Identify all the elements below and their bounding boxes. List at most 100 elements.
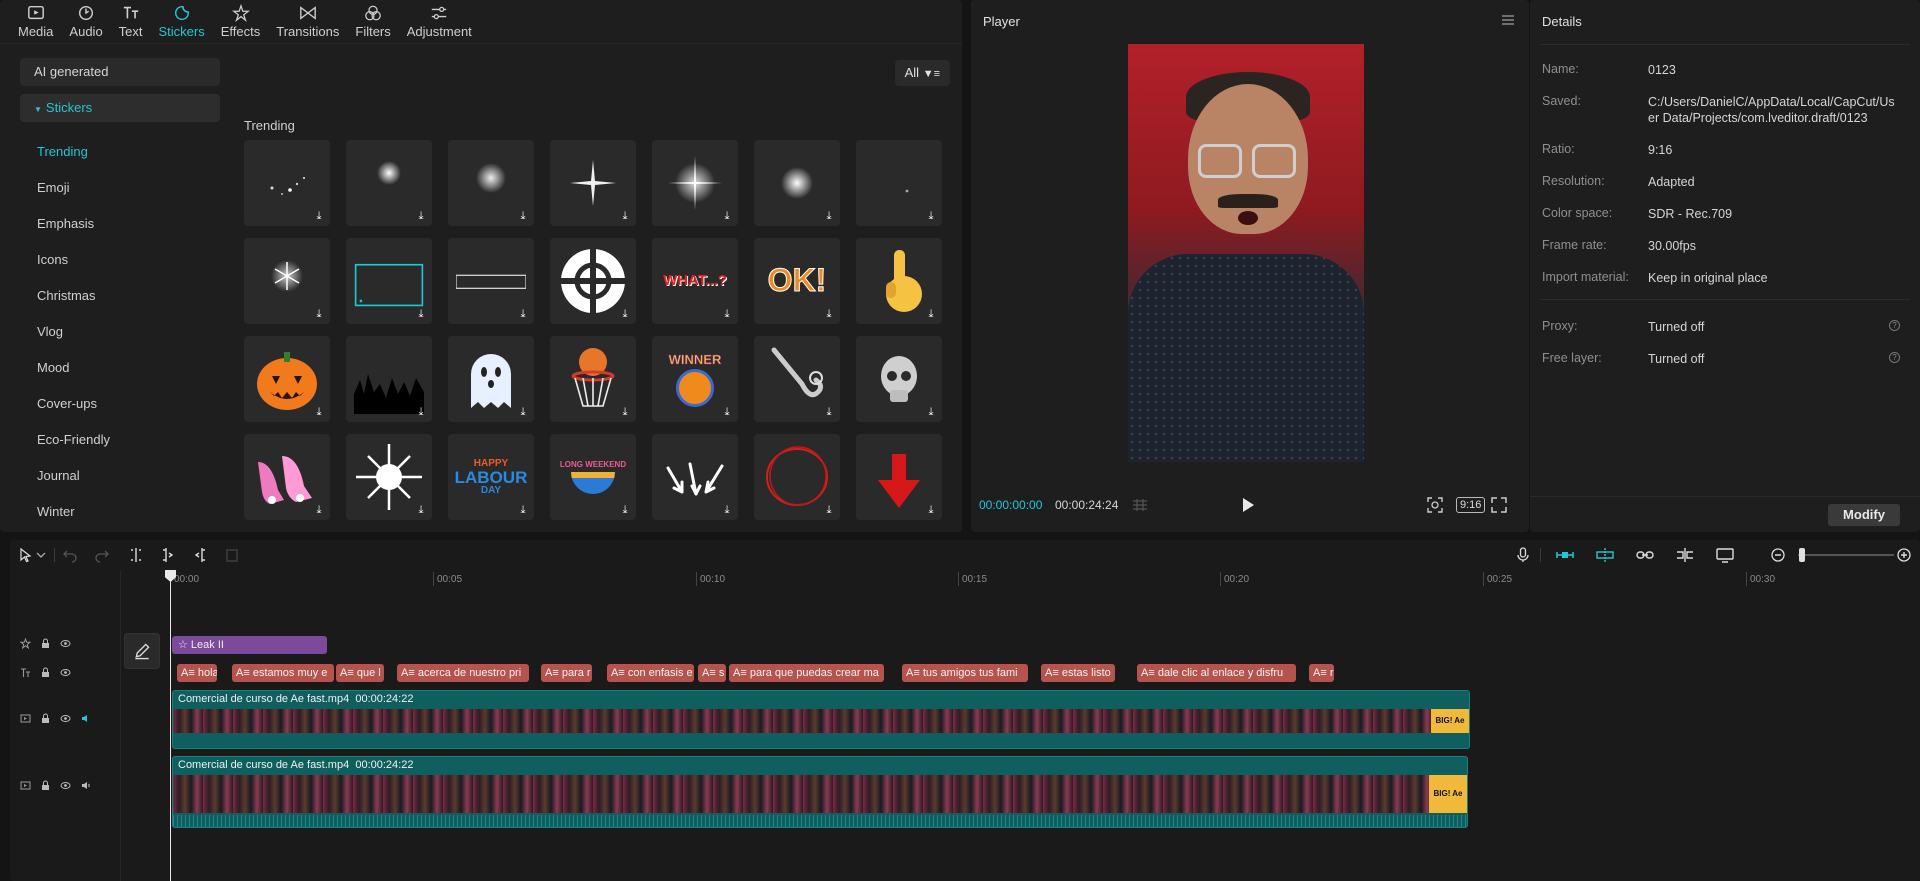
- playhead-line[interactable]: [170, 572, 171, 881]
- video-clip-overlay[interactable]: Comercial de curso de Ae fast.mp4 00:00:…: [172, 690, 1470, 749]
- text-clip[interactable]: A≡ r: [1309, 664, 1334, 682]
- zoom-out-icon[interactable]: [1770, 547, 1786, 563]
- lock-icon[interactable]: [40, 638, 51, 649]
- zoom-slider-handle[interactable]: [1799, 548, 1805, 562]
- download-icon[interactable]: ⤓: [313, 308, 325, 320]
- text-clip[interactable]: A≡ tus amigos tus fami: [902, 664, 1028, 682]
- download-icon[interactable]: ⤓: [313, 406, 325, 418]
- download-icon[interactable]: ⤓: [415, 210, 427, 222]
- download-icon[interactable]: ⤓: [415, 308, 427, 320]
- preview-axis-icon[interactable]: [1675, 547, 1695, 563]
- download-icon[interactable]: ⤓: [823, 308, 835, 320]
- sticker-ok-text[interactable]: OK! ⤓: [754, 238, 840, 324]
- eye-icon[interactable]: [60, 713, 71, 724]
- text-clip[interactable]: A≡ para que puedas crear ma: [729, 664, 884, 682]
- download-icon[interactable]: ⤓: [721, 308, 733, 320]
- eye-icon[interactable]: [60, 780, 71, 791]
- tab-audio[interactable]: Audio: [65, 0, 106, 43]
- tab-filters[interactable]: Filters: [351, 0, 394, 43]
- download-icon[interactable]: ⤓: [619, 406, 631, 418]
- video-clip-main[interactable]: Comercial de curso de Ae fast.mp4 00:00:…: [172, 756, 1468, 828]
- preview-monitor-icon[interactable]: [1715, 547, 1735, 563]
- sticker-white-arrows[interactable]: ⤓: [652, 434, 738, 520]
- download-icon[interactable]: ⤓: [925, 210, 937, 222]
- sticker-skull[interactable]: ⤓: [856, 336, 942, 422]
- free-layer-info-icon[interactable]: ?: [1889, 352, 1900, 363]
- sticker-cyan-frame[interactable]: ⤓: [346, 238, 432, 324]
- chevron-down-icon[interactable]: [36, 547, 46, 563]
- download-icon[interactable]: ⤓: [721, 504, 733, 516]
- download-icon[interactable]: ⤓: [517, 406, 529, 418]
- lock-icon[interactable]: [40, 713, 51, 724]
- modify-button[interactable]: Modify: [1828, 504, 1900, 526]
- speaker-icon[interactable]: [80, 780, 91, 791]
- sticker-pointing-hand[interactable]: ⤓: [856, 238, 942, 324]
- category-item-winter[interactable]: Winter: [10, 494, 230, 530]
- category-item-vlog[interactable]: Vlog: [10, 314, 230, 350]
- sticker-sparkle-dust[interactable]: ⤓: [244, 140, 330, 226]
- download-icon[interactable]: ⤓: [415, 504, 427, 516]
- text-clip[interactable]: A≡ con enfasis e: [607, 664, 694, 682]
- category-item-journal[interactable]: Journal: [10, 458, 230, 494]
- sticker-globe-target[interactable]: ⤓: [550, 238, 636, 324]
- download-icon[interactable]: ⤓: [925, 504, 937, 516]
- menu-icon[interactable]: [1501, 14, 1515, 26]
- play-icon[interactable]: [1240, 496, 1256, 514]
- download-icon[interactable]: ⤓: [619, 308, 631, 320]
- trim-right-icon[interactable]: [192, 547, 208, 563]
- sticker-long-weekend[interactable]: LONG WEEKEND ⤓: [550, 434, 636, 520]
- sticker-labour-day[interactable]: HAPPY LABOUR DAY ⤓: [448, 434, 534, 520]
- sticker-big-flare[interactable]: ⤓: [652, 140, 738, 226]
- text-clip[interactable]: A≡ estas listo: [1041, 664, 1115, 682]
- download-icon[interactable]: ⤓: [925, 308, 937, 320]
- tab-text[interactable]: Text: [115, 0, 147, 43]
- zoom-slider-track[interactable]: [1798, 554, 1894, 556]
- sticker-pumpkin[interactable]: ⤓: [244, 336, 330, 422]
- category-item-icons[interactable]: Icons: [10, 242, 230, 278]
- audio-mute-icon[interactable]: [80, 713, 91, 724]
- tab-stickers[interactable]: Stickers: [155, 0, 209, 43]
- lock-icon[interactable]: [40, 780, 51, 791]
- text-clip[interactable]: A≡ acerca de nuestro pri: [397, 664, 529, 682]
- sticker-ghost[interactable]: ⤓: [448, 336, 534, 422]
- sticker-snowflake[interactable]: ⤓: [244, 238, 330, 324]
- sticker-basketball-hoop[interactable]: ⤓: [550, 336, 636, 422]
- download-icon[interactable]: ⤓: [415, 406, 427, 418]
- text-clip[interactable]: A≡ hola: [177, 664, 217, 682]
- text-clip[interactable]: A≡ estamos muy e: [232, 664, 334, 682]
- time-ruler[interactable]: 00:00 00:05 00:10 00:15 00:20 00:25 00:3…: [170, 570, 1920, 590]
- download-icon[interactable]: ⤓: [721, 406, 733, 418]
- ai-generated-button[interactable]: AI generated: [20, 58, 220, 86]
- stickers-category-header[interactable]: ▼ Stickers: [20, 94, 220, 122]
- tab-media[interactable]: Media: [14, 0, 57, 43]
- filter-all-button[interactable]: All ▼≡: [894, 60, 950, 86]
- tab-transitions[interactable]: Transitions: [272, 0, 343, 43]
- category-item-emoji[interactable]: Emoji: [10, 170, 230, 206]
- download-icon[interactable]: ⤓: [823, 210, 835, 222]
- text-clip[interactable]: A≡ que l: [336, 664, 384, 682]
- sticker-snow-burst[interactable]: ⤓: [346, 140, 432, 226]
- sticker-star-flare[interactable]: ⤓: [550, 140, 636, 226]
- magnet-main-track-icon[interactable]: [1555, 547, 1575, 563]
- text-clip[interactable]: A≡ dale clic al enlace y disfru: [1137, 664, 1296, 682]
- sticker-pink-heels[interactable]: ⤓: [244, 434, 330, 520]
- sticker-glitter-burst[interactable]: ⤓: [448, 140, 534, 226]
- download-icon[interactable]: ⤓: [925, 406, 937, 418]
- category-item-christmas[interactable]: Christmas: [10, 278, 230, 314]
- redo-icon[interactable]: [94, 547, 110, 563]
- auto-snap-icon[interactable]: [1595, 547, 1615, 563]
- undo-icon[interactable]: [62, 547, 78, 563]
- edit-cover-button[interactable]: [124, 633, 160, 669]
- trim-left-icon[interactable]: [160, 547, 176, 563]
- sticker-zombie-hands[interactable]: ⤓: [346, 336, 432, 422]
- fit-screen-icon[interactable]: [1426, 496, 1444, 514]
- zoom-in-icon[interactable]: [1896, 547, 1912, 563]
- fullscreen-icon[interactable]: [1490, 496, 1508, 514]
- download-icon[interactable]: ⤓: [517, 210, 529, 222]
- proxy-info-icon[interactable]: ?: [1889, 320, 1900, 331]
- sticker-white-starburst[interactable]: ⤓: [346, 434, 432, 520]
- category-item-eco-friendly[interactable]: Eco-Friendly: [10, 422, 230, 458]
- category-item-cover-ups[interactable]: Cover-ups: [10, 386, 230, 422]
- download-icon[interactable]: ⤓: [823, 406, 835, 418]
- ratio-button[interactable]: 9:16: [1456, 497, 1486, 513]
